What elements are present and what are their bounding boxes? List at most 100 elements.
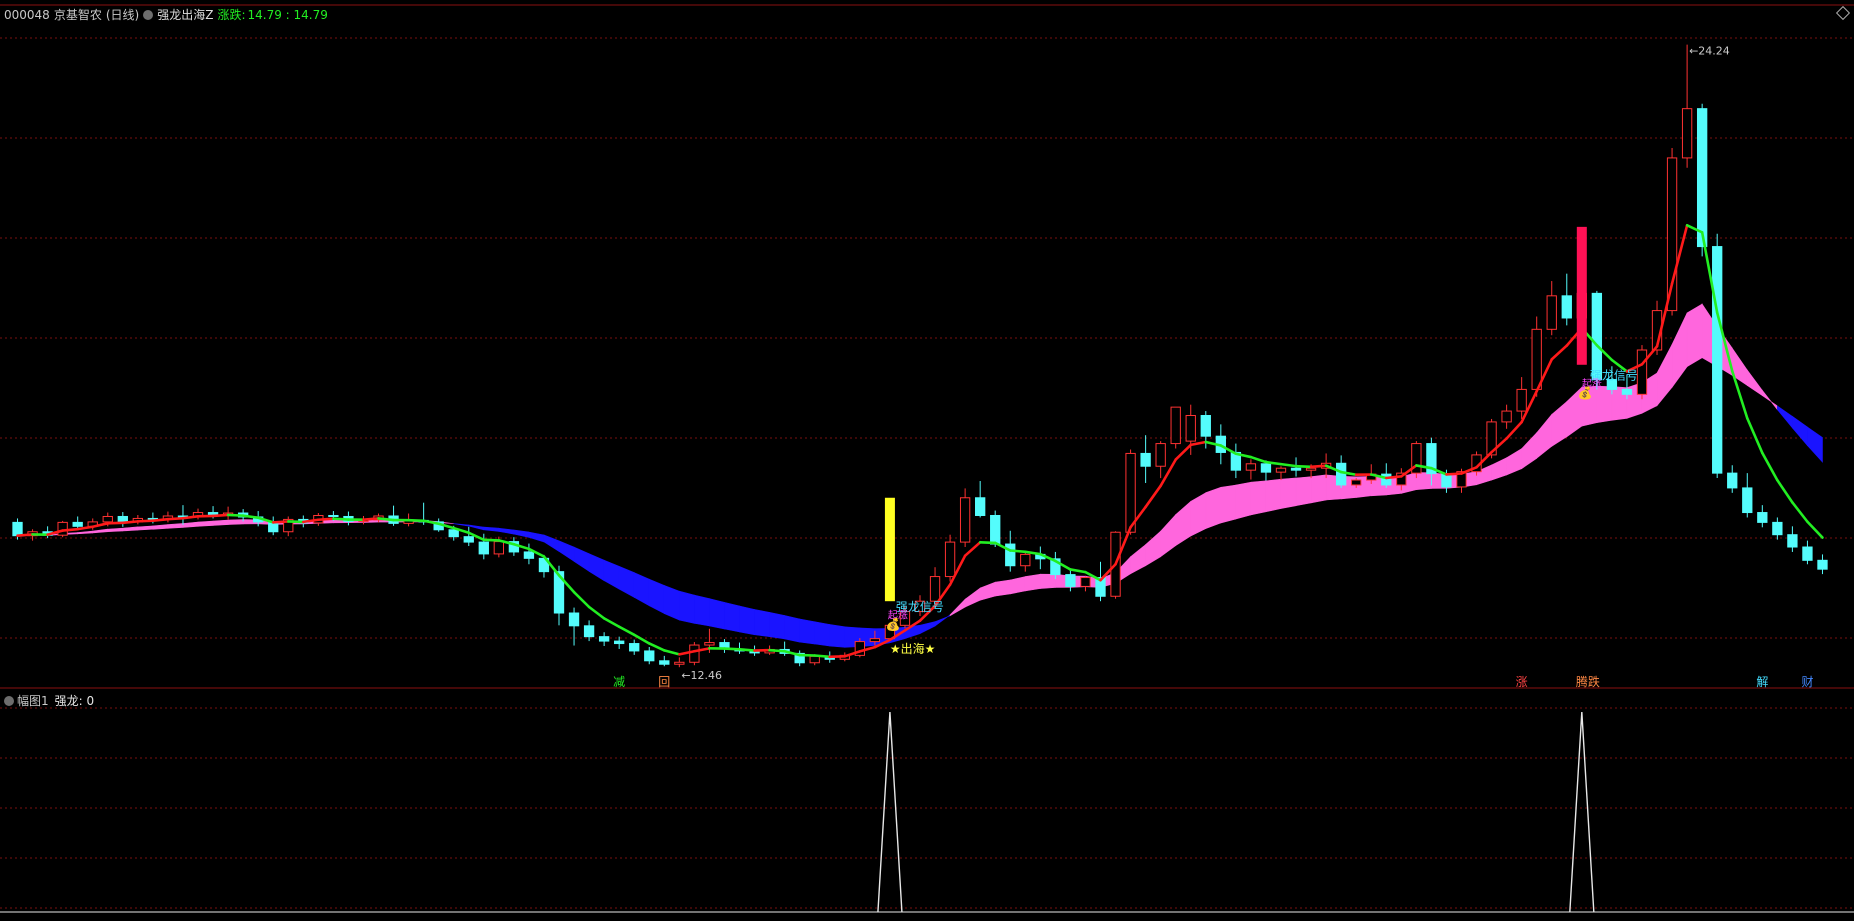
ribbon-bear-segment xyxy=(815,622,830,646)
indicator-name[interactable]: 强龙出海Z xyxy=(157,8,213,22)
sub-panel-menu-icon[interactable] xyxy=(4,696,14,706)
candle-down xyxy=(1622,389,1631,394)
ribbon-bear-segment xyxy=(664,585,679,620)
ma-line-up xyxy=(273,521,288,522)
ma-line-up xyxy=(1176,445,1191,460)
ma-line-up xyxy=(18,534,33,535)
candle-up xyxy=(1276,468,1285,472)
candle-down xyxy=(1773,522,1782,534)
candle-down xyxy=(991,515,1000,544)
candle-down xyxy=(464,537,473,542)
candle-up xyxy=(690,645,699,662)
ribbon-bull-segment xyxy=(183,522,198,527)
ma-line-down xyxy=(1025,552,1040,554)
ma-line-up xyxy=(123,521,138,522)
candle-up xyxy=(945,542,954,576)
ribbon-bear-segment xyxy=(514,530,529,537)
ribbon-bull-segment xyxy=(1311,475,1326,503)
candle-up xyxy=(960,498,969,542)
ribbon-bull-segment xyxy=(1552,402,1567,447)
high-price-label: ←24.24 xyxy=(1689,45,1730,58)
ribbon-bear-segment xyxy=(559,541,574,562)
candle-up xyxy=(870,639,879,642)
low-price-label: ←12.46 xyxy=(681,669,722,682)
ribbon-bear-segment xyxy=(740,606,755,635)
ma-line-down xyxy=(1281,464,1296,466)
ma-line-down xyxy=(1070,569,1085,572)
candle-down xyxy=(1713,247,1722,474)
ribbon-bull-segment xyxy=(1507,449,1522,475)
candle-up xyxy=(1502,411,1511,422)
ribbon-bear-segment xyxy=(785,615,800,642)
ribbon-bull-segment xyxy=(198,521,213,526)
ribbon-bull-segment xyxy=(1657,344,1672,405)
ribbon-bear-segment xyxy=(905,625,920,638)
bottom-tag: 减 xyxy=(613,675,625,689)
ribbon-bear-segment xyxy=(619,566,634,597)
ma-line-down xyxy=(409,520,424,521)
candle-down xyxy=(630,644,639,651)
candle-up xyxy=(1352,480,1361,485)
main-header: 000048京基智农(日线)强龙出海Z涨跌:14.79 : 14.79 xyxy=(4,6,332,23)
candle-down xyxy=(584,626,593,637)
sub-panel-title[interactable]: 幅图1 xyxy=(17,694,49,708)
ma-line-down xyxy=(1251,457,1266,462)
kline-chart[interactable]: 强龙信号起涨💰★出海★强龙信号起涨💰←24.24←12.46减回涨腾跌解财 00… xyxy=(0,0,1854,918)
ma-line-down xyxy=(1296,466,1311,467)
candle-down xyxy=(1291,468,1300,470)
candle-down xyxy=(13,522,22,535)
indicator-menu-icon[interactable] xyxy=(143,10,153,20)
ma-line-down xyxy=(634,635,649,644)
ribbon-bull-segment xyxy=(1416,472,1431,489)
bottom-tag: 腾跌 xyxy=(1576,674,1600,689)
chart-canvas[interactable]: 强龙信号起涨💰★出海★强龙信号起涨💰←24.24←12.46减回涨腾跌解财 xyxy=(0,0,1854,918)
sub-indicator-spike xyxy=(878,712,902,912)
ma-line-up xyxy=(1146,486,1161,507)
ribbon-bull-segment xyxy=(1161,515,1176,557)
candle-down xyxy=(645,651,654,661)
ma-line-down xyxy=(619,627,634,635)
ma-line-down xyxy=(980,542,995,543)
ma-line-up xyxy=(1191,442,1206,445)
candle-down xyxy=(1818,560,1827,569)
candle-up xyxy=(1532,329,1541,389)
ma-line-up xyxy=(318,519,333,520)
ribbon-bear-segment xyxy=(574,547,589,571)
ribbon-bull-segment xyxy=(1281,478,1296,509)
ma-line-up xyxy=(1552,346,1567,360)
ribbon-bull-segment xyxy=(1176,501,1191,545)
candle-down xyxy=(976,498,985,516)
ribbon-bull-segment xyxy=(228,520,243,525)
candle-up xyxy=(1637,350,1646,394)
ribbon-bull-segment xyxy=(1762,390,1777,409)
candle-down xyxy=(479,542,488,554)
candle-down xyxy=(1261,464,1270,472)
ribbon-bear-segment xyxy=(709,599,724,629)
candle-down xyxy=(1592,293,1601,379)
candle-down xyxy=(1006,544,1015,566)
candle-up xyxy=(1246,464,1255,470)
ribbon-bear-segment xyxy=(830,625,845,648)
ma-line-down xyxy=(724,649,739,650)
bottom-tag: 解 xyxy=(1756,675,1768,689)
sub-indicator-spike xyxy=(1570,712,1594,912)
ribbon-bear-segment xyxy=(529,532,544,542)
ma-line-up xyxy=(1386,476,1401,478)
ribbon-bull-segment xyxy=(1025,574,1040,591)
ribbon-bear-segment xyxy=(589,554,604,581)
ribbon-bull-segment xyxy=(1492,458,1507,480)
ribbon-bear-segment xyxy=(800,619,815,644)
ma-line-up xyxy=(153,519,168,521)
ribbon-bull-segment xyxy=(950,599,965,616)
ribbon-bear-segment xyxy=(755,609,770,636)
candle-up xyxy=(1156,444,1165,467)
money-bag-icon: 💰 xyxy=(1578,386,1593,400)
candle-up xyxy=(675,662,684,664)
candle-down xyxy=(569,613,578,626)
candle-down xyxy=(329,515,338,516)
ma-line-up xyxy=(1311,466,1326,467)
ribbon-bull-segment xyxy=(1687,304,1702,367)
ma-line-up xyxy=(363,518,378,519)
candle-down xyxy=(1562,296,1571,318)
candle-down xyxy=(73,522,82,526)
